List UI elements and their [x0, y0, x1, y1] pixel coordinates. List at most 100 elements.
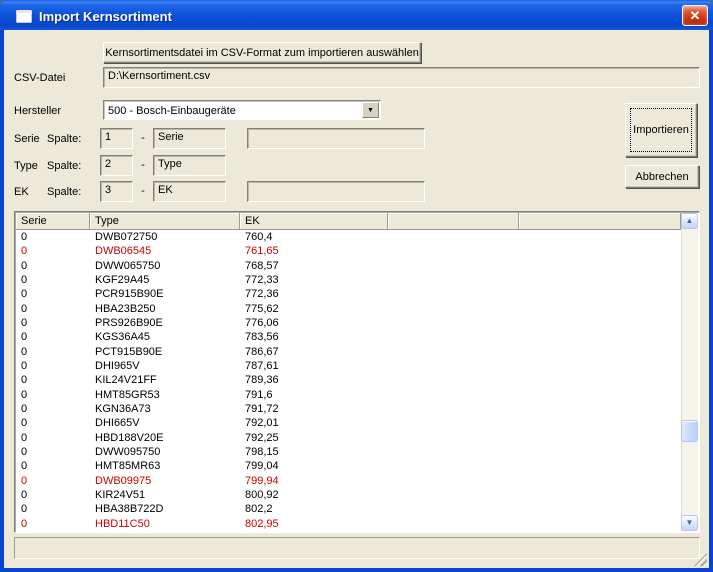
type-column-field[interactable]: 2	[100, 155, 133, 176]
table-row[interactable]: 0DHI665V792,01	[16, 416, 681, 430]
serie-label: Serie	[14, 129, 40, 149]
chevron-down-icon: ▼	[367, 107, 374, 114]
table-row[interactable]: 0DWW065750768,57	[16, 259, 681, 273]
table-row[interactable]: 0HBA38B722D802,2	[16, 502, 681, 516]
window-icon	[16, 10, 32, 23]
cell-serie: 0	[16, 475, 90, 487]
column-header-ek[interactable]: EK	[240, 213, 388, 230]
cell-type: DWB072750	[90, 231, 240, 243]
cell-ek: 792,25	[240, 432, 388, 444]
scroll-up-button[interactable]: ▲	[681, 213, 698, 229]
table-row[interactable]: 0PCT915B90E786,67	[16, 345, 681, 359]
cell-ek: 775,62	[240, 303, 388, 315]
cell-serie: 0	[16, 503, 90, 515]
ek-name-field[interactable]: EK	[153, 181, 226, 202]
cell-type: KIR24V51	[90, 489, 240, 501]
cell-serie: 0	[16, 518, 90, 530]
cell-type: PCT915B90E	[90, 346, 240, 358]
cell-type: PCR915B90E	[90, 288, 240, 300]
table-row[interactable]: 0HBA23B250775,62	[16, 302, 681, 316]
cell-type: HBD188V20E	[90, 432, 240, 444]
serie-name-field[interactable]: Serie	[153, 128, 226, 149]
type-spalte-label: Spalte:	[47, 156, 81, 176]
window-title: Import Kernsortiment	[39, 9, 172, 24]
cell-serie: 0	[16, 489, 90, 501]
serie-column-field[interactable]: 1	[100, 128, 133, 149]
table-row[interactable]: 0DWB072750760,4	[16, 230, 681, 244]
cell-type: DHI965V	[90, 360, 240, 372]
dialog-client-area: Kernsortimentsdatei im CSV-Format zum im…	[4, 30, 709, 568]
cell-serie: 0	[16, 317, 90, 329]
cell-serie: 0	[16, 460, 90, 472]
cell-ek: 802,2	[240, 503, 388, 515]
close-button[interactable]: ✕	[682, 5, 708, 26]
serie-extra-field[interactable]	[247, 128, 425, 149]
scroll-down-button[interactable]: ▼	[681, 515, 698, 531]
dropdown-button[interactable]: ▼	[362, 102, 379, 118]
cell-serie: 0	[16, 446, 90, 458]
csv-datei-field[interactable]: D:\Kernsortiment.csv	[103, 67, 700, 88]
cell-type: DWB06545	[90, 245, 240, 257]
cell-type: HBD11C50	[90, 518, 240, 530]
title-bar[interactable]: Import Kernsortiment ✕	[0, 0, 713, 30]
table-row[interactable]: 0DHI965V787,61	[16, 359, 681, 373]
cell-type: KGN36A73	[90, 403, 240, 415]
column-header-blank[interactable]	[388, 213, 519, 230]
table-row[interactable]: 0DWB09975799,94	[16, 474, 681, 488]
hersteller-label: Hersteller	[14, 101, 61, 121]
cell-serie: 0	[16, 260, 90, 272]
ek-column-field[interactable]: 3	[100, 181, 133, 202]
cell-ek: 798,15	[240, 446, 388, 458]
hersteller-dropdown[interactable]: 500 - Bosch-Einbaugeräte ▼	[103, 100, 381, 120]
importieren-button[interactable]: Importieren	[625, 103, 697, 157]
table-row[interactable]: 0DWW095750798,15	[16, 445, 681, 459]
cell-ek: 768,57	[240, 260, 388, 272]
cell-serie: 0	[16, 389, 90, 401]
table-row[interactable]: 0KIR24V51800,92	[16, 488, 681, 502]
table-row[interactable]: 0DWB06545761,65	[16, 244, 681, 258]
cell-serie: 0	[16, 374, 90, 386]
table-row[interactable]: 0KGN36A73791,72	[16, 402, 681, 416]
table-row[interactable]: 0KGF29A45772,33	[16, 273, 681, 287]
abbrechen-button[interactable]: Abbrechen	[625, 165, 699, 188]
cell-type: DWW095750	[90, 446, 240, 458]
cell-ek: 800,92	[240, 489, 388, 501]
cell-serie: 0	[16, 274, 90, 286]
cell-serie: 0	[16, 432, 90, 444]
cell-type: KGS36A45	[90, 331, 240, 343]
cell-type: DWW065750	[90, 260, 240, 272]
cell-type: KGF29A45	[90, 274, 240, 286]
serie-separator: -	[136, 128, 150, 148]
column-header-serie[interactable]: Serie	[16, 213, 90, 230]
cell-ek: 772,33	[240, 274, 388, 286]
cell-ek: 799,94	[240, 475, 388, 487]
select-csv-file-button[interactable]: Kernsortimentsdatei im CSV-Format zum im…	[103, 42, 421, 63]
focus-rectangle	[630, 108, 692, 152]
serie-spalte-label: Spalte:	[47, 129, 81, 149]
type-label: Type	[14, 156, 38, 176]
cell-ek: 791,6	[240, 389, 388, 401]
table-row[interactable]: 0KIL24V21FF789,36	[16, 373, 681, 387]
scrollbar-thumb[interactable]	[681, 420, 698, 442]
import-preview-list: SerieTypeEK 0DWB072750760,40DWB06545761,…	[14, 211, 700, 533]
vertical-scrollbar[interactable]: ▲ ▼	[681, 213, 698, 531]
ek-separator: -	[136, 181, 150, 201]
cell-type: DHI665V	[90, 417, 240, 429]
table-row[interactable]: 0HMT85MR63799,04	[16, 459, 681, 473]
table-row[interactable]: 0HMT85GR53791,6	[16, 388, 681, 402]
hersteller-selected-value: 500 - Bosch-Einbaugeräte	[104, 104, 361, 117]
import-kernsortiment-window: Import Kernsortiment ✕ Kernsortimentsdat…	[0, 0, 713, 572]
type-name-field[interactable]: Type	[153, 155, 226, 176]
scroll-up-icon: ▲	[686, 217, 694, 225]
table-row[interactable]: 0PCR915B90E772,36	[16, 287, 681, 301]
table-row[interactable]: 0HBD188V20E792,25	[16, 431, 681, 445]
table-row[interactable]: 0PRS926B90E776,06	[16, 316, 681, 330]
column-header-type[interactable]: Type	[90, 213, 240, 230]
type-separator: -	[136, 155, 150, 175]
table-row[interactable]: 0KGS36A45783,56	[16, 330, 681, 344]
cell-serie: 0	[16, 346, 90, 358]
table-row[interactable]: 0HBD11C50802,95	[16, 517, 681, 531]
cell-ek: 772,36	[240, 288, 388, 300]
cell-ek: 792,01	[240, 417, 388, 429]
ek-extra-field[interactable]	[247, 181, 425, 202]
